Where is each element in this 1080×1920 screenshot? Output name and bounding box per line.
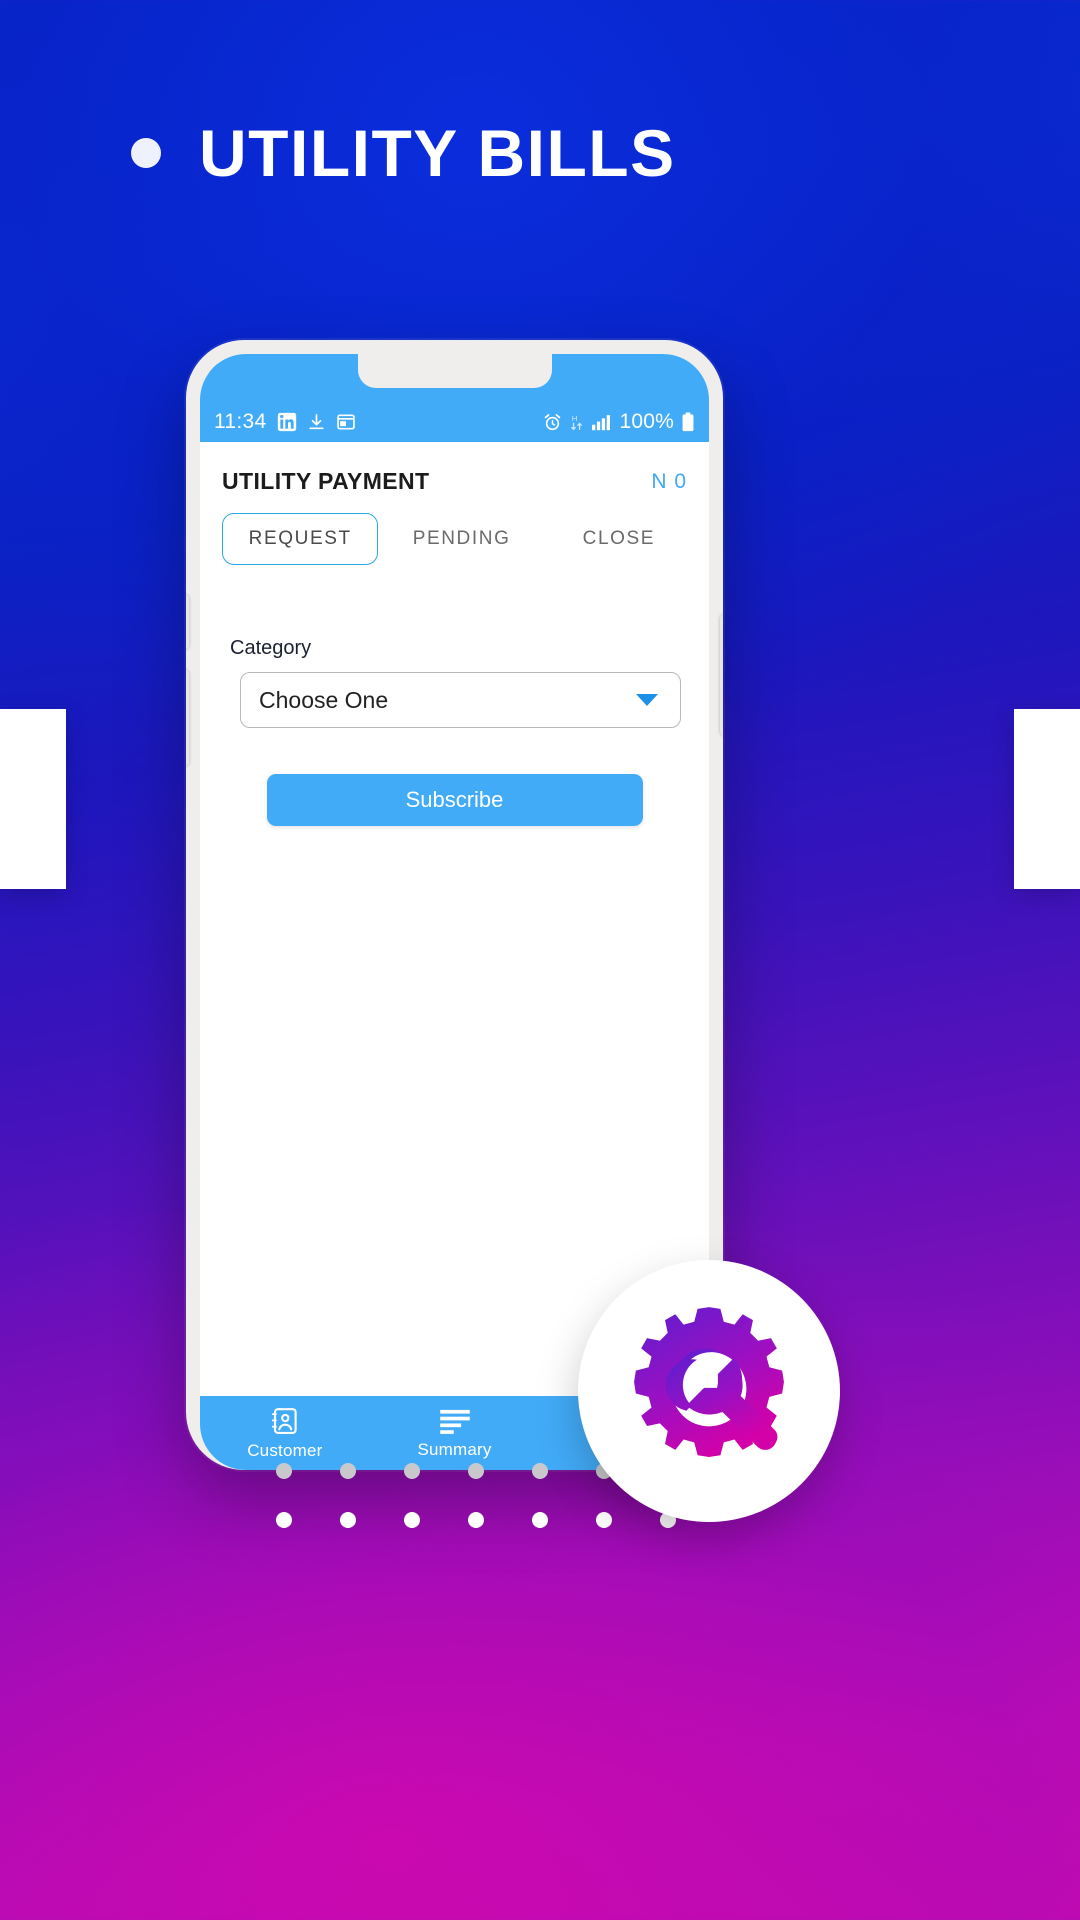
dot — [596, 1512, 612, 1528]
dot — [340, 1463, 356, 1479]
tab-pending[interactable]: PENDING — [384, 514, 538, 564]
svg-text:H: H — [572, 413, 578, 422]
tab-request[interactable]: REQUEST — [222, 513, 379, 565]
chevron-down-icon — [636, 694, 658, 706]
calendar-icon — [336, 412, 356, 432]
dot — [532, 1463, 548, 1479]
phone-notch — [357, 354, 552, 388]
nav-label-summary: Summary — [417, 1439, 492, 1459]
list-lines-icon — [439, 1407, 471, 1435]
gear-wrench-badge — [578, 1260, 840, 1522]
status-bar-left: 11:34 — [214, 410, 356, 434]
dot — [468, 1463, 484, 1479]
status-bar: 11:34 H 100% — [200, 402, 709, 442]
dot — [404, 1463, 420, 1479]
dot — [276, 1463, 292, 1479]
left-card — [0, 709, 66, 889]
dot — [276, 1512, 292, 1528]
dot — [468, 1512, 484, 1528]
phone-side-button-power[interactable] — [720, 615, 723, 735]
download-icon — [307, 412, 326, 432]
hspa-data-icon: H — [569, 413, 585, 432]
category-label: Category — [230, 637, 312, 659]
tab-close[interactable]: CLOSE — [551, 514, 687, 564]
phone-notch-band — [200, 354, 709, 402]
right-card — [1014, 709, 1080, 889]
dot — [532, 1512, 548, 1528]
app-content: Category Choose One Subscribe — [200, 565, 709, 1396]
nav-item-summary[interactable]: Summary — [370, 1407, 540, 1460]
subscribe-button[interactable]: Subscribe — [266, 774, 643, 826]
battery-full-icon — [681, 412, 695, 432]
signal-bars-icon — [592, 413, 612, 431]
status-bar-right: H 100% — [543, 410, 695, 434]
alarm-icon — [543, 413, 562, 432]
phone-side-button-volume[interactable] — [186, 670, 189, 766]
nav-item-customer[interactable]: Customer — [200, 1406, 370, 1461]
nav-label-customer: Customer — [247, 1440, 323, 1460]
battery-percent-label: 100% — [619, 410, 674, 433]
dot — [404, 1512, 420, 1528]
app-header: UTILITY PAYMENT N 0 — [200, 442, 709, 513]
linkedin-icon — [277, 412, 297, 432]
category-select[interactable]: Choose One — [240, 672, 681, 728]
gear-wrench-icon — [620, 1300, 798, 1483]
page-title: UTILITY PAYMENT — [222, 468, 430, 494]
bullet-dot-icon — [131, 138, 161, 168]
headline: UTILITY BILLS — [131, 120, 676, 186]
dot — [340, 1512, 356, 1528]
dot-row-bottom — [276, 1512, 676, 1528]
status-bar-time: 11:34 — [214, 410, 267, 433]
tab-bar: REQUEST PENDING CLOSE — [200, 513, 709, 565]
notification-counter[interactable]: N 0 — [651, 470, 687, 494]
phone-side-button-top[interactable] — [186, 595, 189, 649]
contact-card-icon — [270, 1406, 300, 1436]
headline-text: UTILITY BILLS — [199, 116, 676, 190]
category-select-value: Choose One — [259, 686, 389, 713]
